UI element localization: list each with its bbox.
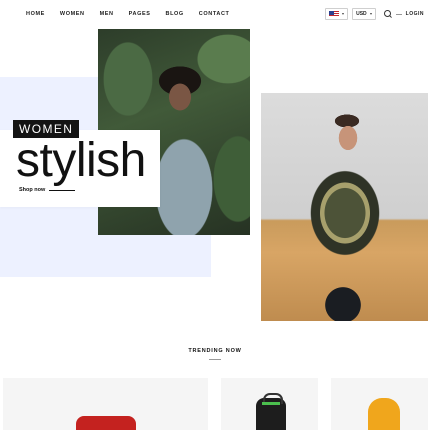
product-image-red-shirt: [76, 416, 136, 430]
shop-now-label: Shop now: [19, 187, 46, 193]
nav-blog[interactable]: BLOG: [166, 11, 184, 17]
header: HOME WOMEN MEN PAGES BLOG CONTACT USD LO…: [0, 0, 430, 30]
hero-headline: stylish: [16, 134, 146, 187]
chevron-down-icon: [369, 13, 372, 15]
language-selector[interactable]: [325, 8, 349, 20]
product-image-backpack: [256, 393, 286, 430]
nav-men[interactable]: MEN: [100, 11, 114, 17]
main-nav: HOME WOMEN MEN PAGES BLOG CONTACT: [26, 11, 229, 17]
shop-now-underline: [49, 189, 76, 191]
product-card[interactable]: [221, 378, 318, 430]
hero-image-man: [261, 93, 428, 321]
header-actions: USD LOGIN: [325, 8, 424, 20]
divider: [395, 13, 402, 15]
product-image-yellow-jacket: [368, 398, 400, 430]
us-flag-icon: [329, 11, 340, 17]
shop-now-link[interactable]: Shop now: [19, 187, 76, 193]
trending-title: TRENDING NOW: [188, 348, 242, 354]
product-card[interactable]: [3, 378, 208, 430]
currency-value: USD: [356, 11, 367, 17]
nav-women[interactable]: WOMEN: [60, 11, 85, 17]
currency-selector[interactable]: USD: [352, 8, 376, 20]
nav-contact[interactable]: CONTACT: [199, 11, 230, 17]
product-card[interactable]: [331, 378, 428, 430]
nav-home[interactable]: HOME: [26, 11, 45, 17]
trending-divider: [209, 359, 221, 360]
login-link[interactable]: LOGIN: [406, 11, 424, 17]
search-icon[interactable]: [383, 10, 392, 18]
nav-pages[interactable]: PAGES: [129, 11, 151, 17]
chevron-down-icon: [342, 13, 345, 15]
